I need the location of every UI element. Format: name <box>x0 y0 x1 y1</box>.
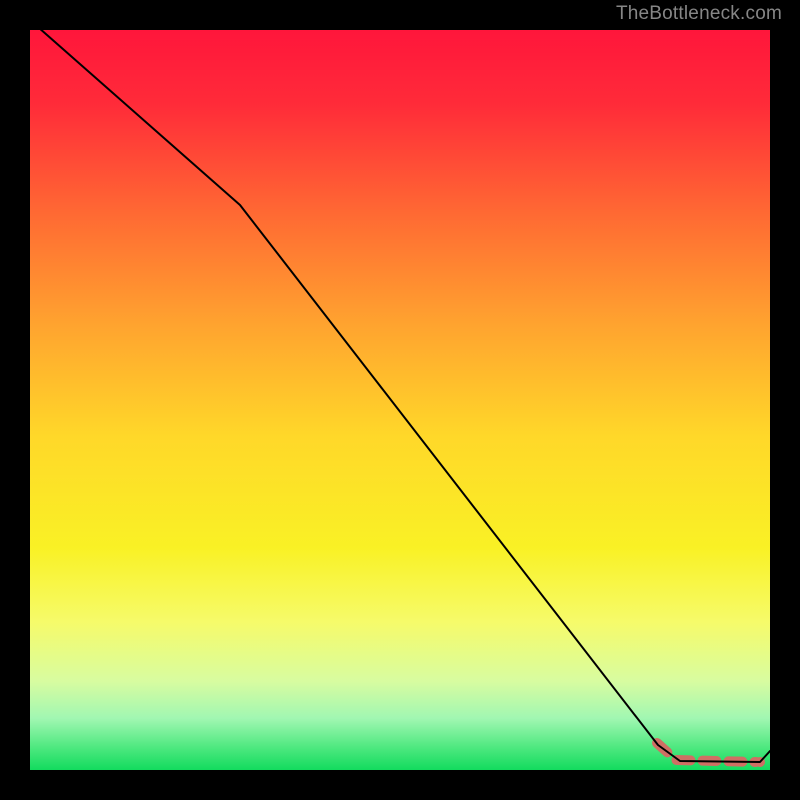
plot-area <box>30 30 770 770</box>
chart-container: TheBottleneck.com <box>0 0 800 800</box>
attribution-text: TheBottleneck.com <box>616 3 782 25</box>
chart-svg <box>0 0 800 800</box>
